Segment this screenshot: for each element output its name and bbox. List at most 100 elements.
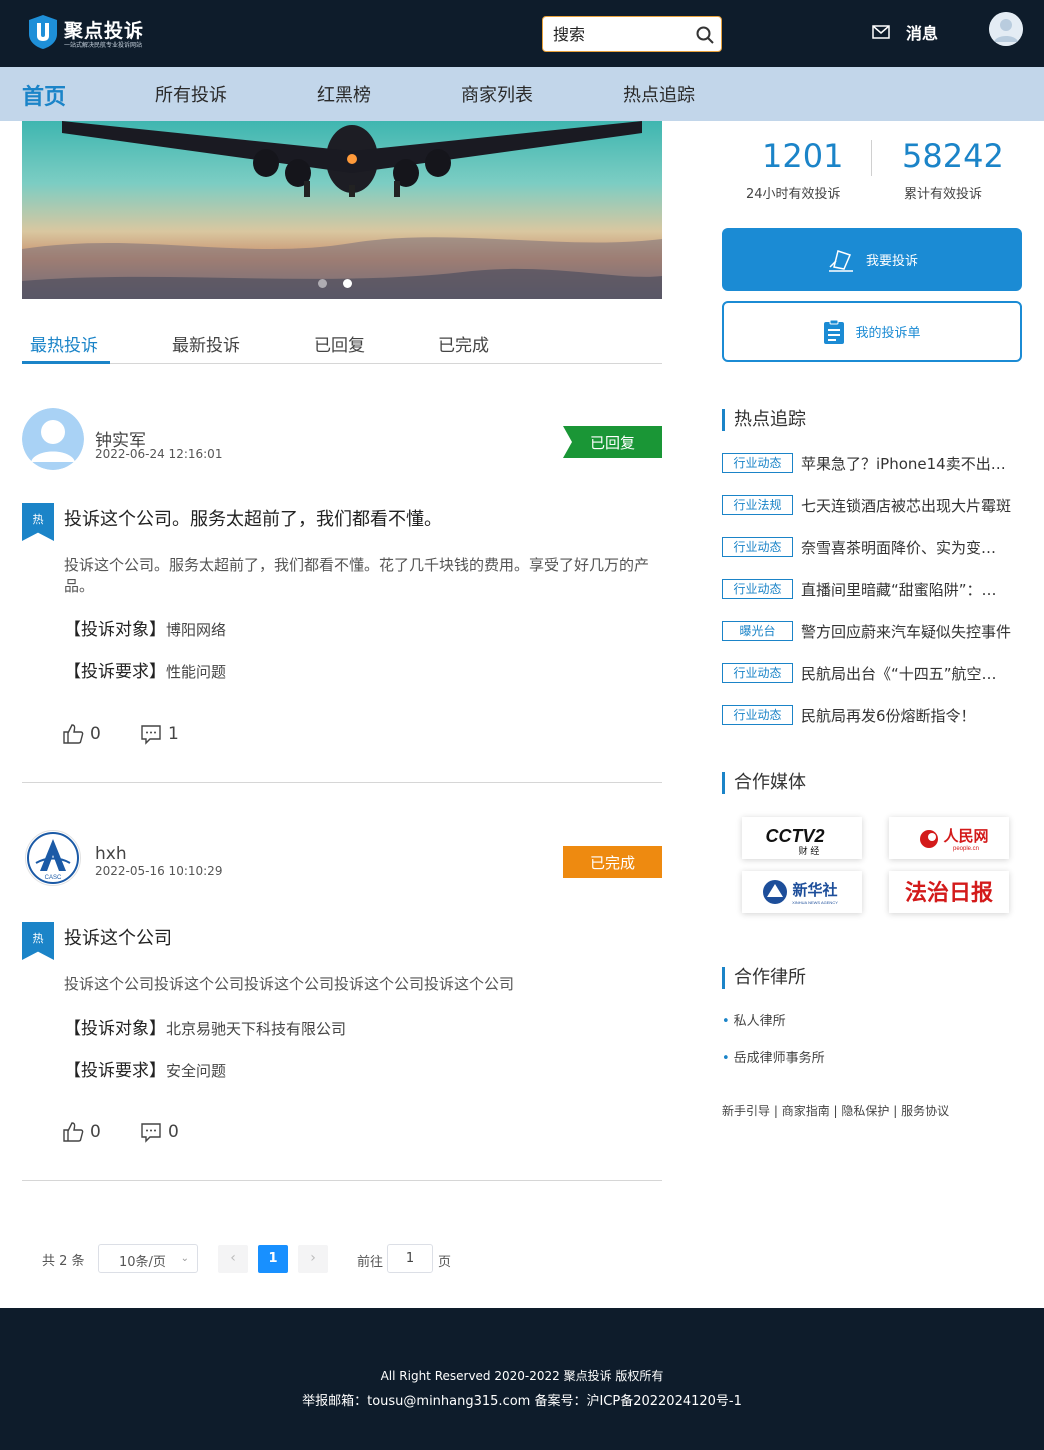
main-nav: 首页 所有投诉 红黑榜 商家列表 热点追踪 — [0, 67, 1044, 121]
carousel-dot-2[interactable] — [343, 279, 352, 288]
hot-tracking-tag: 行业法规 — [722, 495, 793, 515]
page-size-select[interactable]: 10条/页 ⌄ — [98, 1244, 198, 1273]
hot-tracking-item[interactable]: 行业动态 民航局再发6份熔断指令！ — [722, 704, 1022, 726]
media-name: CCTV2 — [765, 826, 824, 846]
comment-count: 0 — [168, 1122, 179, 1142]
complaint-stats: 1201 24小时有效投诉 58242 累计有效投诉 — [722, 135, 1022, 205]
nav-hot-tracking[interactable]: 热点追踪 — [623, 81, 695, 107]
hot-tracking-item[interactable]: 行业动态 奈雪喜茶明面降价、实为变相涨价 — [722, 536, 1022, 558]
hot-tracking-tag: 曝光台 — [722, 621, 793, 641]
law-firm-name: 私人律所 — [733, 1014, 786, 1029]
comment-button[interactable]: 0 — [140, 1121, 179, 1143]
complaint-time: 2022-06-24 12:16:01 — [95, 447, 223, 461]
complaint-card[interactable]: CASC hxh 2022-05-16 10:10:29 已完成 热 投诉这个公… — [22, 822, 662, 1181]
nav-all-complaints[interactable]: 所有投诉 — [155, 81, 227, 107]
complaint-body: 投诉这个公司。服务太超前了，我们都看不懂。花了几千块钱的费用。享受了好几万的产品… — [64, 556, 650, 595]
complaint-demand: 【投诉要求】性能问题 — [64, 657, 226, 682]
next-page-button[interactable]: › — [298, 1245, 328, 1273]
hot-tracking-item[interactable]: 行业动态 直播间里暗藏“甜蜜陷阱”：主播… — [722, 578, 1022, 600]
comment-count: 1 — [168, 724, 179, 744]
file-complaint-button[interactable]: 我要投诉 — [722, 228, 1022, 291]
link-merchant-guide[interactable]: 商家指南 — [782, 1104, 830, 1118]
footer-contact: 举报邮箱：tousu@minhang315.com 备案号：沪ICP备20220… — [302, 1394, 742, 1409]
target-label: 【投诉对象】 — [64, 1019, 166, 1039]
complaint-tabs: 最热投诉 最新投诉 已回复 已完成 — [22, 320, 662, 364]
target-value[interactable]: 博阳网络 — [166, 621, 226, 639]
tab-completed[interactable]: 已完成 — [438, 331, 489, 356]
bullet-icon: • — [722, 1014, 730, 1029]
goto-page-input[interactable]: 1 — [387, 1244, 433, 1273]
like-button[interactable]: 0 — [62, 1121, 101, 1143]
link-service-agreement[interactable]: 服务协议 — [901, 1104, 949, 1118]
chevron-down-icon: ⌄ — [180, 1253, 189, 1264]
nav-red-black-list[interactable]: 红黑榜 — [317, 81, 371, 107]
people-cn-logo: 人民网 people.cn — [920, 827, 989, 852]
hot-tracking-text: 民航局出台《“十四五”航空运输… — [801, 664, 1011, 683]
hot-tracking-item[interactable]: 行业动态 民航局出台《“十四五”航空运输… — [722, 662, 1022, 684]
site-logo[interactable]: 聚点投诉 一站式解决民航专业投诉网站 — [28, 14, 158, 52]
media-logo-cctv2[interactable]: CCTV2 财 经 — [742, 817, 862, 859]
target-value[interactable]: 北京易驰天下科技有限公司 — [166, 1020, 346, 1038]
like-button[interactable]: 0 — [62, 723, 101, 745]
link-beginner-guide[interactable]: 新手引导 — [722, 1104, 770, 1118]
airplane-banner-image — [22, 121, 662, 299]
complaint-title[interactable]: 投诉这个公司 — [64, 924, 172, 950]
search-input[interactable] — [553, 23, 693, 45]
nav-home[interactable]: 首页 — [22, 79, 66, 111]
xinhua-logo: 新华社 XINHUA NEWS AGENCY — [763, 880, 838, 905]
media-logo-xinhua[interactable]: 新华社 XINHUA NEWS AGENCY — [742, 871, 862, 913]
pen-paper-icon — [828, 249, 853, 272]
prev-page-button[interactable]: ‹ — [218, 1245, 248, 1273]
top-header: 聚点投诉 一站式解决民航专业投诉网站 消息 — [0, 0, 1044, 67]
tab-latest[interactable]: 最新投诉 — [172, 331, 240, 356]
user-avatar: CASC — [25, 830, 81, 886]
default-avatar-icon — [22, 408, 84, 470]
active-tab-indicator — [22, 361, 110, 364]
banner-carousel[interactable] — [22, 121, 662, 299]
hot-tracking-tag: 行业动态 — [722, 663, 793, 683]
stat-total-count: 58242 — [902, 137, 1004, 175]
comment-button[interactable]: 1 — [140, 723, 179, 745]
search-box[interactable] — [542, 16, 722, 52]
complaint-card[interactable]: 钟实军 2022-06-24 12:16:01 已回复 热 投诉这个公司。服务太… — [22, 400, 662, 783]
logo-shield-icon — [29, 15, 57, 49]
my-complaints-button[interactable]: 我的投诉单 — [722, 301, 1022, 362]
user-avatar[interactable] — [989, 12, 1023, 46]
carousel-dots — [318, 279, 352, 288]
svg-text:CASC: CASC — [45, 875, 62, 881]
law-firm-item[interactable]: • 岳成律师事务所 — [722, 1047, 825, 1066]
media-sub: 财 经 — [799, 845, 820, 857]
complaint-user-name: hxh — [95, 844, 127, 864]
complaint-body: 投诉这个公司投诉这个公司投诉这个公司投诉这个公司投诉这个公司 — [64, 975, 515, 993]
law-firm-item[interactable]: • 私人律所 — [722, 1010, 786, 1029]
search-icon[interactable] — [695, 25, 715, 45]
hot-tracking-text: 奈雪喜茶明面降价、实为变相涨价 — [801, 538, 1011, 557]
tab-replied[interactable]: 已回复 — [314, 331, 365, 356]
page-footer: All Right Reserved 2020-2022 聚点投诉 版权所有 举… — [0, 1308, 1044, 1450]
media-sub: XINHUA NEWS AGENCY — [792, 900, 838, 905]
carousel-dot-1[interactable] — [318, 279, 327, 288]
hot-tracking-tag: 行业动态 — [722, 579, 793, 599]
tab-hottest[interactable]: 最热投诉 — [30, 331, 98, 356]
media-logo-people[interactable]: 人民网 people.cn — [889, 817, 1009, 859]
complaint-target: 【投诉对象】北京易驰天下科技有限公司 — [64, 1014, 346, 1039]
demand-value: 性能问题 — [166, 663, 227, 681]
media-logo-legal-daily[interactable]: 法治日报 — [889, 871, 1009, 913]
hot-tracking-tag: 行业动态 — [722, 453, 793, 473]
demand-label: 【投诉要求】 — [64, 1061, 166, 1081]
bullet-icon: • — [722, 1051, 730, 1066]
complaint-demand: 【投诉要求】安全问题 — [64, 1056, 226, 1081]
nav-merchant-list[interactable]: 商家列表 — [461, 81, 533, 107]
messages-label: 消息 — [906, 24, 939, 43]
page-number-current[interactable]: 1 — [258, 1245, 288, 1273]
complaint-title[interactable]: 投诉这个公司。服务太超前了，我们都看不懂。 — [64, 505, 442, 531]
hot-tracking-item[interactable]: 行业法规 七天连锁酒店被芯出现大片霉斑 — [722, 494, 1022, 516]
hot-tracking-text: 民航局再发6份熔断指令！ — [801, 706, 976, 725]
hot-tracking-item[interactable]: 行业动态 苹果急了？iPhone14卖不出去… — [722, 452, 1022, 474]
comment-icon — [141, 725, 161, 745]
hot-tracking-item[interactable]: 曝光台 警方回应蔚来汽车疑似失控事件 — [722, 620, 1022, 642]
help-links: 新手引导 | 商家指南 | 隐私保护 | 服务协议 — [722, 1104, 950, 1118]
messages-link[interactable]: 消息 — [872, 20, 938, 44]
link-privacy[interactable]: 隐私保护 — [841, 1104, 889, 1118]
thumbs-up-icon — [63, 1122, 84, 1142]
